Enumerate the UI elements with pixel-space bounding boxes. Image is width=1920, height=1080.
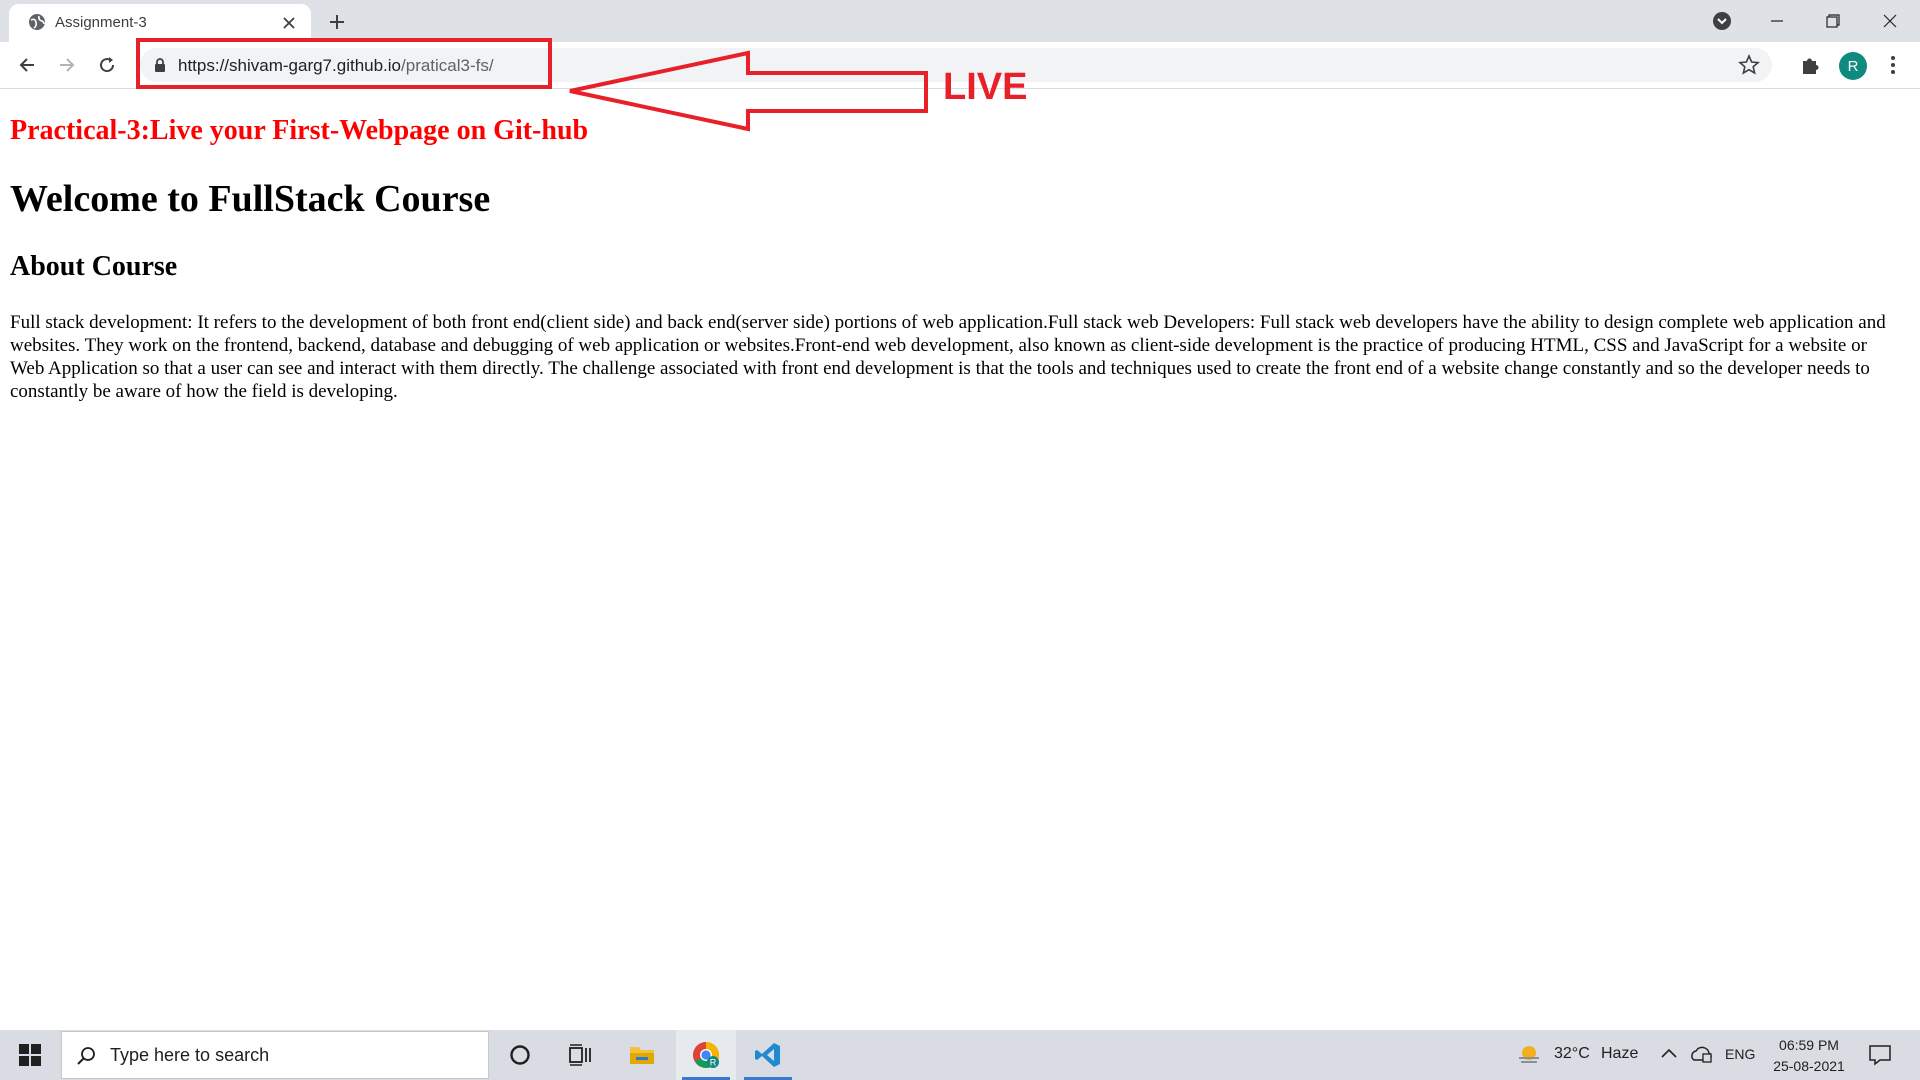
bookmark-star-icon[interactable]: [1738, 53, 1760, 76]
cortana-icon[interactable]: [490, 1030, 550, 1080]
clock-time: 06:59 PM: [1779, 1037, 1839, 1053]
minimize-icon[interactable]: [1762, 6, 1792, 36]
show-hidden-icons-chevron-icon[interactable]: [1660, 1046, 1678, 1065]
weather-temperature[interactable]: 32°C: [1554, 1045, 1590, 1063]
taskbar-search-box[interactable]: Type here to search: [61, 1031, 489, 1079]
weather-description[interactable]: Haze: [1601, 1045, 1638, 1063]
browser-tab[interactable]: Assignment-3: [9, 4, 311, 42]
practical-heading: Practical-3:Live your First-Webpage on G…: [10, 115, 589, 146]
notifications-icon[interactable]: [1868, 1043, 1892, 1072]
close-window-icon[interactable]: [1875, 6, 1905, 36]
annotation-label: LIVE: [943, 66, 1028, 108]
system-clock[interactable]: 06:59 PM 25-08-2021: [1764, 1035, 1854, 1077]
back-button[interactable]: [12, 50, 42, 80]
about-heading: About Course: [10, 251, 178, 282]
windows-logo-icon: [19, 1044, 41, 1066]
search-icon: [76, 1046, 96, 1066]
tab-strip: Assignment-3: [0, 0, 1920, 42]
page-content: Practical-3:Live your First-Webpage on G…: [10, 112, 1890, 403]
reload-button[interactable]: [92, 50, 122, 80]
forward-button[interactable]: [52, 50, 82, 80]
globe-icon: [27, 12, 47, 32]
search-placeholder: Type here to search: [110, 1045, 270, 1065]
chrome-taskbar-icon[interactable]: R: [676, 1030, 736, 1080]
annotation-highlight-box: [136, 38, 552, 89]
weather-haze-icon[interactable]: [1516, 1043, 1542, 1072]
windows-start-button[interactable]: [0, 1030, 60, 1080]
svg-text:R: R: [710, 1058, 717, 1068]
clock-date: 25-08-2021: [1773, 1058, 1845, 1074]
windows-taskbar: Type here to search R 32°C Haze ENG 06:5…: [0, 1030, 1920, 1080]
close-tab-icon[interactable]: [279, 13, 299, 33]
tab-title: Assignment-3: [55, 14, 147, 31]
language-indicator[interactable]: ENG: [1725, 1046, 1755, 1062]
tab-search-icon[interactable]: [1707, 6, 1737, 36]
restore-icon[interactable]: [1818, 6, 1848, 36]
task-view-icon[interactable]: [550, 1030, 610, 1080]
main-heading: Welcome to FullStack Course: [10, 178, 491, 220]
about-paragraph: Full stack development: It refers to the…: [10, 312, 1886, 402]
network-icon[interactable]: [1690, 1044, 1714, 1069]
profile-avatar[interactable]: R: [1839, 52, 1867, 80]
file-explorer-icon[interactable]: [612, 1030, 672, 1080]
new-tab-button[interactable]: [322, 9, 352, 35]
more-menu-icon[interactable]: [1880, 52, 1906, 78]
extensions-puzzle-icon[interactable]: [1798, 52, 1824, 78]
vscode-taskbar-icon[interactable]: [738, 1030, 798, 1080]
